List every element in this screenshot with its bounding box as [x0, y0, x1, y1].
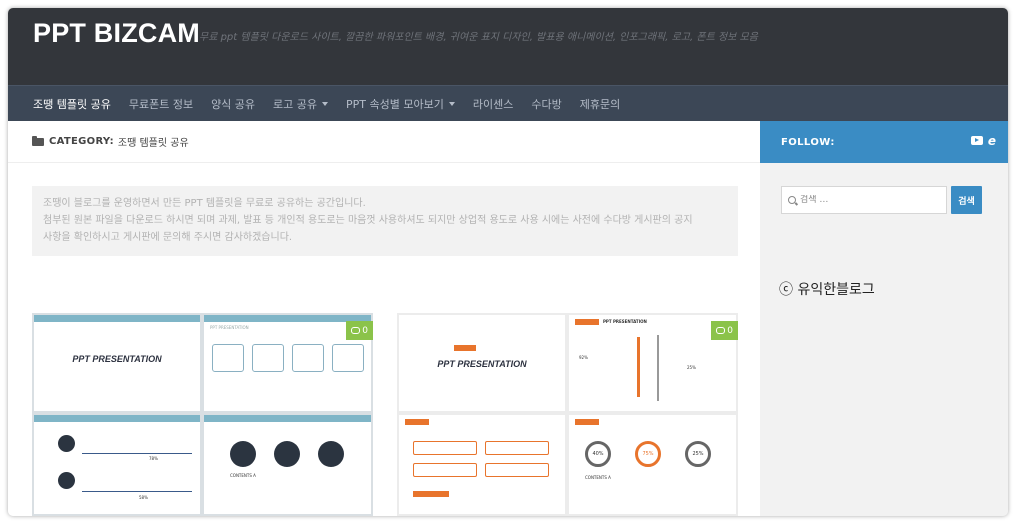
slide-tag	[575, 319, 599, 325]
caret-down-icon	[448, 101, 455, 106]
slide-photo-circle	[58, 472, 75, 489]
category-heading: CATEGORY: 조땡 템플릿 공유	[8, 121, 760, 163]
notice-line: 조땡이 블로그를 운영하면서 만든 PPT 템플릿을 무료로 공유하는 공간입니…	[43, 198, 366, 209]
slide-header-text: PPT PRESENTATION	[603, 319, 647, 324]
slide-header-bar	[204, 415, 371, 422]
nav-item-license[interactable]: 라이센스	[464, 86, 522, 122]
internet-explorer-icon[interactable]: e	[988, 135, 996, 147]
slide-tag	[454, 345, 476, 351]
slide-title: PPT PRESENTATION	[72, 354, 162, 364]
nav-item-label: 라이센스	[472, 97, 514, 111]
post-thumbnail[interactable]: PPT PRESENTATION PPT PRESENTATION 78% 58…	[32, 313, 373, 516]
nav-item-label: 제휴문의	[579, 97, 621, 111]
search-widget: 검색	[781, 186, 982, 214]
comment-icon	[351, 327, 361, 334]
nav-item-ppt-by-type[interactable]: PPT 속성별 모아보기	[337, 86, 464, 122]
slide-preview: PPT PRESENTATION	[34, 315, 200, 411]
slide-percent: 58%	[139, 495, 148, 500]
slide-circle	[230, 441, 256, 467]
search-button[interactable]: 검색	[951, 186, 982, 214]
slide-box	[485, 463, 549, 477]
slide-header-text: PPT PRESENTATION	[210, 325, 249, 330]
slide-preview: PPT PRESENTATION	[399, 315, 565, 411]
notice-line: 첨부된 원본 파일을 다운로드 하시면 되며 과제, 발표 등 개인적 용도로는…	[43, 215, 693, 226]
comment-count-badge[interactable]: 0	[711, 321, 738, 340]
slide-donut: 75%	[635, 441, 661, 467]
slide-header-bar	[34, 315, 200, 322]
main-nav: 조땡 템플릿 공유 무료폰트 정보 양식 공유 로고 공유 PPT 속성별 모아…	[8, 85, 1008, 121]
slide-tag	[405, 419, 429, 425]
nav-item-label: PPT 속성별 모아보기	[346, 97, 444, 111]
slide-circle	[318, 441, 344, 467]
site-title[interactable]: PPT BIZCAM	[33, 18, 200, 49]
nav-item-logos[interactable]: 로고 공유	[264, 86, 337, 122]
comment-count-badge[interactable]: 0	[346, 321, 373, 340]
slide-box	[485, 441, 549, 455]
search-field[interactable]	[781, 186, 947, 214]
notice-line: 사항을 확인하시고 게시판에 문의해 주시면 감사하겠습니다.	[43, 232, 293, 243]
slide-preview: 78% 58%	[34, 415, 200, 514]
slide-box	[331, 344, 364, 372]
slide-donut: 25%	[685, 441, 711, 467]
slide-box	[413, 463, 477, 477]
slide-tag	[575, 419, 599, 425]
nav-item-label: 양식 공유	[211, 97, 256, 111]
slide-progress-line	[82, 453, 192, 454]
slide-progress-line	[82, 491, 192, 492]
browser-frame: PPT BIZCAM 무료 ppt 템플릿 다운로드 사이트, 깔끔한 파워포인…	[8, 8, 1008, 516]
sidebar: FOLLOW: e 검색 ⓒ 유익한블로그	[760, 121, 1008, 516]
folder-open-icon	[32, 135, 44, 146]
comment-count: 0	[362, 325, 368, 336]
slide-box	[291, 344, 324, 372]
slide-title: PPT PRESENTATION	[437, 359, 527, 369]
comment-icon	[716, 327, 726, 334]
slide-header-bar	[34, 415, 200, 422]
slide-level-bar	[657, 335, 659, 401]
slide-contents-label: CONTENTS A	[230, 473, 256, 478]
category-description: 조땡이 블로그를 운영하면서 만든 PPT 템플릿을 무료로 공유하는 공간입니…	[32, 186, 738, 256]
slide-percent: 92%	[579, 355, 588, 360]
nav-item-partnership[interactable]: 제휴문의	[571, 86, 629, 122]
slide-preview	[399, 415, 565, 514]
nav-item-chat-room[interactable]: 수다방	[522, 86, 570, 122]
nav-item-template-share[interactable]: 조땡 템플릿 공유	[24, 86, 120, 122]
search-input[interactable]	[800, 195, 940, 205]
slide-contents-label: CONTENTS A	[585, 475, 611, 480]
nav-item-label: 수다방	[531, 97, 562, 111]
slide-box	[251, 344, 284, 372]
nav-item-free-fonts[interactable]: 무료폰트 정보	[120, 86, 202, 122]
slide-photo-circle	[58, 435, 75, 452]
slide-percent: 25%	[687, 365, 696, 370]
site-header: PPT BIZCAM 무료 ppt 템플릿 다운로드 사이트, 깔끔한 파워포인…	[8, 8, 1008, 85]
slide-box	[211, 344, 244, 372]
slide-tag	[413, 491, 449, 497]
follow-label: FOLLOW:	[781, 136, 835, 148]
slide-box	[413, 441, 477, 455]
slide-level-bar	[637, 337, 640, 397]
social-icons: e	[970, 135, 996, 147]
nav-item-forms[interactable]: 양식 공유	[202, 86, 264, 122]
post-thumbnail[interactable]: PPT PRESENTATION PPT PRESENTATION 92% 25…	[397, 313, 738, 516]
blog-watermark: ⓒ 유익한블로그	[779, 282, 875, 298]
main-content: CATEGORY: 조땡 템플릿 공유 조땡이 블로그를 운영하면서 만든 PP…	[8, 121, 760, 516]
slide-circle	[274, 441, 300, 467]
slide-donut: 40%	[585, 441, 611, 467]
nav-item-label: 조땡 템플릿 공유	[33, 97, 111, 111]
site-tagline: 무료 ppt 템플릿 다운로드 사이트, 깔끔한 파워포인트 배경, 귀여운 표…	[199, 32, 758, 43]
category-prefix: CATEGORY:	[49, 136, 114, 147]
caret-down-icon	[322, 101, 329, 106]
nav-item-label: 로고 공유	[273, 97, 318, 111]
slide-preview: 40% 75% 25% CONTENTS A	[569, 415, 736, 514]
slide-preview: CONTENTS A	[204, 415, 371, 514]
nav-item-label: 무료폰트 정보	[128, 97, 194, 111]
category-name: 조땡 템플릿 공유	[117, 138, 189, 149]
youtube-icon[interactable]	[970, 136, 983, 145]
slide-percent: 78%	[149, 456, 158, 461]
search-icon	[788, 196, 796, 204]
comment-count: 0	[727, 325, 733, 336]
